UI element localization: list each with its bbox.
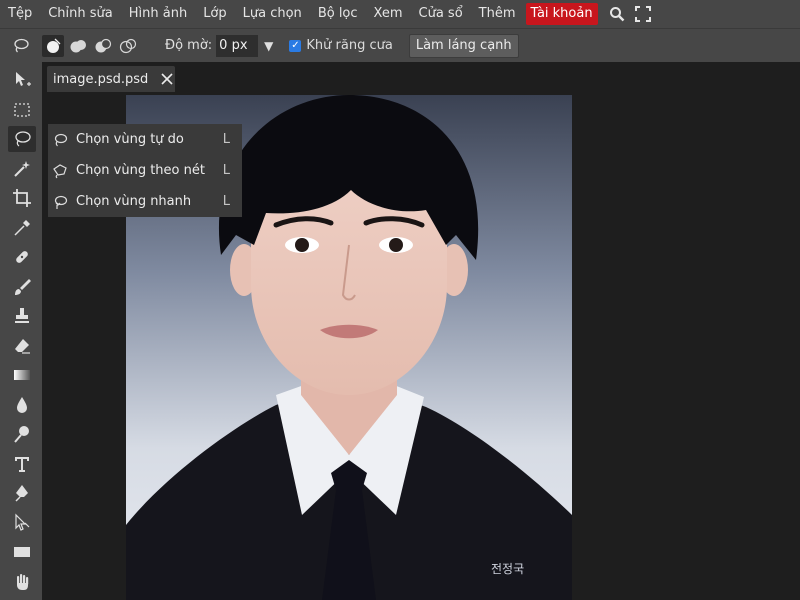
feather-label: Độ mờ: — [165, 38, 213, 53]
lasso-option-label: Chọn vùng theo nét — [76, 163, 205, 178]
brush-tool-icon[interactable] — [8, 274, 36, 300]
search-icon[interactable] — [604, 0, 630, 28]
path-selection-tool-icon[interactable] — [8, 510, 36, 536]
pen-tool-icon[interactable] — [8, 480, 36, 506]
dodge-tool-icon[interactable] — [8, 421, 36, 447]
magnetic-lasso-icon — [50, 192, 70, 212]
tools-panel — [0, 62, 42, 600]
polygonal-lasso-icon — [50, 161, 70, 181]
lasso-icon — [50, 130, 70, 150]
feather-dropdown-icon[interactable]: ▼ — [264, 39, 273, 53]
intersect-selection-icon[interactable] — [117, 35, 139, 57]
menu-view[interactable]: Xem — [366, 0, 411, 28]
menu-layer[interactable]: Lớp — [195, 0, 234, 28]
fullscreen-icon[interactable] — [630, 0, 656, 28]
lasso-option-label: Chọn vùng tự do — [76, 132, 184, 147]
magic-wand-tool-icon[interactable] — [8, 156, 36, 182]
account-button[interactable]: Tài khoản — [525, 3, 598, 25]
lasso-option-polygonal[interactable]: Chọn vùng theo nét L — [48, 155, 242, 186]
eyedropper-tool-icon[interactable] — [8, 215, 36, 241]
close-icon[interactable] — [160, 72, 174, 86]
blur-tool-icon[interactable] — [8, 392, 36, 418]
lasso-option-shortcut: L — [222, 132, 230, 147]
lasso-tool-icon[interactable] — [8, 126, 36, 152]
hand-tool-icon[interactable] — [8, 569, 36, 595]
subtract-selection-icon[interactable] — [92, 35, 114, 57]
eraser-tool-icon[interactable] — [8, 333, 36, 359]
lasso-option-magnetic[interactable]: Chọn vùng nhanh L — [48, 186, 242, 217]
options-bar: Độ mờ: ▼ ✓ Khử răng cưa Làm láng cạnh — [0, 28, 800, 62]
lasso-tool-menu: Chọn vùng tự do L Chọn vùng theo nét L C… — [48, 124, 242, 217]
new-selection-icon[interactable] — [42, 34, 64, 57]
menu-filter[interactable]: Bộ lọc — [310, 0, 366, 28]
menu-image[interactable]: Hình ảnh — [121, 0, 195, 28]
checkbox-checked-icon[interactable]: ✓ — [289, 39, 302, 52]
lasso-option-shortcut: L — [222, 194, 230, 209]
lasso-icon[interactable] — [10, 35, 32, 57]
lasso-option-label: Chọn vùng nhanh — [76, 194, 192, 209]
menu-edit[interactable]: Chỉnh sửa — [40, 0, 121, 28]
type-tool-icon[interactable] — [8, 451, 36, 477]
add-selection-icon[interactable] — [67, 35, 89, 57]
menu-window[interactable]: Cửa sổ — [411, 0, 471, 28]
menu-more[interactable]: Thêm — [471, 0, 524, 28]
menu-bar: Tệp Chỉnh sửa Hình ảnh Lớp Lựa chọn Bộ l… — [0, 0, 800, 28]
photo-signature: 전정국 — [491, 562, 524, 576]
lasso-option-shortcut: L — [222, 163, 230, 178]
antialias-checkbox[interactable]: ✓ Khử răng cưa — [289, 38, 393, 53]
marquee-tool-icon[interactable] — [8, 97, 36, 123]
feather-input[interactable] — [216, 34, 259, 57]
healing-brush-tool-icon[interactable] — [8, 244, 36, 270]
document-tab[interactable]: image.psd.psd — [47, 66, 175, 92]
lasso-option-freehand[interactable]: Chọn vùng tự do L — [48, 124, 242, 155]
crop-tool-icon[interactable] — [8, 185, 36, 211]
move-tool-icon[interactable] — [8, 67, 36, 93]
antialias-label: Khử răng cưa — [306, 38, 393, 53]
menu-file[interactable]: Tệp — [0, 0, 40, 28]
menu-select[interactable]: Lựa chọn — [235, 0, 310, 28]
document-tab-label: image.psd.psd — [53, 71, 149, 87]
refine-edge-button[interactable]: Làm láng cạnh — [408, 33, 519, 58]
shape-tool-icon[interactable] — [8, 539, 36, 565]
gradient-tool-icon[interactable] — [8, 362, 36, 388]
clone-stamp-tool-icon[interactable] — [8, 303, 36, 329]
